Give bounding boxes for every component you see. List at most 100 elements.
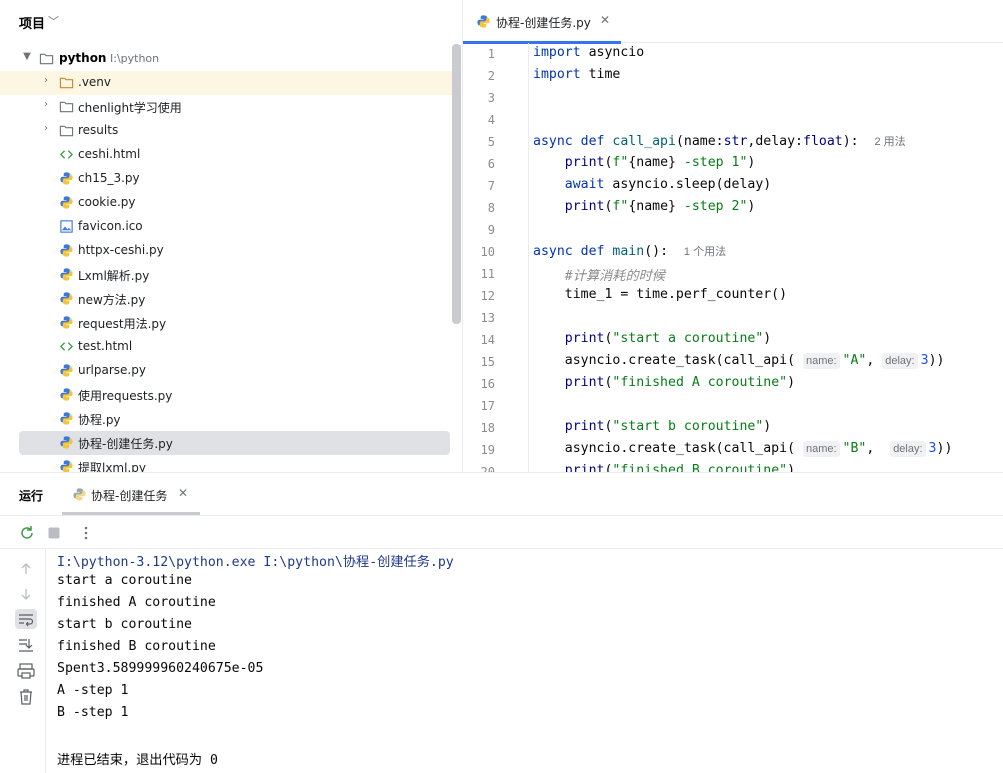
tree-item-label: urlparse.py (78, 363, 146, 377)
run-tab[interactable]: 协程-创建任务 ✕ (62, 473, 200, 515)
tree-item-label: 使用requests.py (78, 389, 173, 403)
tree-item-file[interactable]: new方法.py (0, 287, 460, 311)
tree-item-label: new方法.py (78, 293, 146, 307)
tree-root[interactable]: ▼ python I:\python (0, 47, 460, 71)
trash-icon[interactable] (15, 687, 37, 707)
run-toolbar (0, 515, 1003, 549)
usage-hint[interactable]: 1 个用法 (684, 246, 726, 258)
image-icon (60, 220, 73, 233)
chevron-right-icon[interactable]: › (40, 99, 52, 113)
rerun-icon[interactable] (18, 524, 36, 542)
run-panel-title[interactable]: 运行 (19, 487, 43, 504)
code-line: print(f"{name} -step 2") (564, 199, 756, 214)
tree-item-venv[interactable]: › .venv (0, 71, 460, 95)
tree-root-label: python (59, 51, 107, 65)
tree-scrollbar[interactable] (452, 44, 461, 324)
line-number: 6 (487, 157, 495, 171)
tree-item-file[interactable]: httpx-ceshi.py (0, 239, 460, 263)
python-icon (60, 412, 73, 425)
console-line: I:\python-3.12\python.exe I:\python\协程-创… (57, 555, 454, 570)
html-icon (59, 342, 74, 351)
line-number: 4 (487, 113, 495, 127)
tree-item-label: chenlight学习使用 (78, 101, 182, 115)
tree-item-label: ceshi.html (78, 147, 141, 161)
tree-item-file[interactable]: test.html (0, 335, 460, 359)
console-line: B -step 1 (57, 705, 129, 720)
line-number: 2 (487, 69, 495, 83)
code-line: #计算消耗的时候 (533, 265, 665, 287)
line-number: 11 (480, 267, 495, 281)
chevron-down-icon[interactable]: ﹀ (48, 13, 59, 29)
code-line: import time (533, 67, 621, 82)
chevron-right-icon[interactable]: › (40, 75, 52, 89)
line-number: 5 (487, 135, 495, 149)
soft-wrap-button[interactable] (15, 609, 37, 629)
console-line: finished B coroutine (57, 639, 216, 654)
line-number: 17 (480, 399, 495, 413)
tree-item-label: Lxml解析.py (78, 269, 150, 283)
tree-item-label: test.html (78, 339, 133, 353)
python-icon (60, 388, 73, 401)
line-number: 8 (487, 201, 495, 215)
editor-tab-label: 协程-创建任务.py (496, 16, 591, 30)
tree-item-file[interactable]: ch15_3.py (0, 167, 460, 191)
tree-item-file[interactable]: 使用requests.py (0, 383, 460, 407)
line-number: 12 (480, 289, 495, 303)
tree-item-label: 协程.py (78, 413, 121, 427)
python-icon (60, 292, 73, 305)
usage-hint[interactable]: 2 用法 (874, 136, 905, 148)
code-line: async def main(): 1 个用法 (533, 244, 727, 259)
console-line: Spent3.589999960240675e-05 (57, 661, 264, 676)
param-hint: delay: (882, 353, 918, 369)
project-header: 项目 ﹀ (0, 0, 462, 44)
scroll-to-end-icon[interactable] (15, 635, 37, 655)
console-line: start b coroutine (57, 617, 192, 632)
tree-item-selected[interactable]: 协程-创建任务.py (0, 431, 460, 455)
arrow-down-icon[interactable] (15, 584, 37, 604)
tree-item-file[interactable]: ceshi.html (0, 143, 460, 167)
python-icon (60, 172, 73, 185)
tree-item-label: httpx-ceshi.py (78, 243, 164, 257)
tree-item-file[interactable]: 提取lxml.py (0, 455, 460, 472)
project-title[interactable]: 项目 (19, 13, 45, 32)
chevron-down-icon[interactable]: ▼ (21, 51, 33, 65)
run-panel: 运行 协程-创建任务 ✕ I:\python-3.12\python.exe I… (0, 472, 1003, 773)
line-number: 16 (480, 377, 495, 391)
python-icon (60, 196, 73, 209)
param-hint: name: (802, 353, 840, 369)
code-line: print("start b coroutine") (564, 419, 772, 434)
tree-item-label: cookie.py (78, 195, 136, 209)
line-number: 14 (480, 333, 495, 347)
python-icon (60, 244, 73, 257)
code-line: asyncio.create_task(call_api( name: "B", … (533, 441, 953, 457)
tree-item-file[interactable]: urlparse.py (0, 359, 460, 383)
chevron-right-icon[interactable]: › (40, 123, 52, 137)
console-line: finished A coroutine (57, 595, 216, 610)
code-line: print("start a coroutine") (564, 331, 772, 346)
code-line: print("finished A coroutine") (564, 375, 796, 390)
tree-item-file[interactable]: 协程.py (0, 407, 460, 431)
tree-item-folder[interactable]: › results (0, 119, 460, 143)
line-number: 18 (480, 421, 495, 435)
close-icon[interactable]: ✕ (600, 13, 610, 27)
tree-item-label: 提取lxml.py (78, 461, 146, 472)
code-line: import asyncio (533, 45, 645, 60)
tree-item-file[interactable]: request用法.py (0, 311, 460, 335)
tree-item-label: favicon.ico (78, 219, 143, 233)
print-icon[interactable] (15, 661, 37, 681)
folder-icon (59, 125, 74, 137)
tree-item-file[interactable]: Lxml解析.py (0, 263, 460, 287)
arrow-up-icon[interactable] (15, 559, 37, 579)
tree-item-file[interactable]: favicon.ico (0, 215, 460, 239)
tree-item-folder[interactable]: › chenlight学习使用 (0, 95, 460, 119)
close-icon[interactable]: ✕ (178, 486, 188, 500)
editor-tab[interactable]: 协程-创建任务.py ✕ (463, 0, 621, 44)
code-area[interactable]: import asyncio import time async def cal… (533, 43, 1003, 472)
code-line: await asyncio.sleep(delay) (564, 177, 772, 192)
tree-item-file[interactable]: cookie.py (0, 191, 460, 215)
more-options-icon[interactable] (77, 524, 95, 542)
stop-icon[interactable] (45, 524, 63, 542)
line-number: 13 (480, 311, 495, 325)
console-side-toolbar (0, 549, 46, 773)
python-icon (60, 316, 73, 329)
